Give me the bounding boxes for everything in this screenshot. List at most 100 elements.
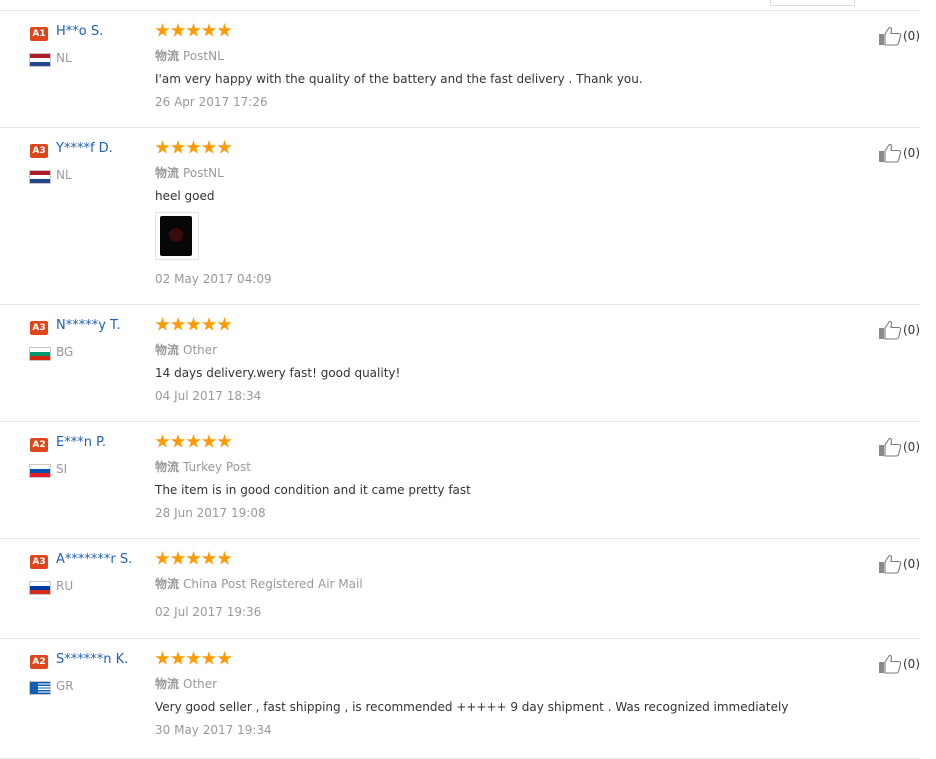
- buyer-level-badge: A3: [30, 321, 48, 335]
- review-photo[interactable]: [155, 212, 199, 260]
- helpful-count: (0): [903, 556, 920, 571]
- reviewer-name[interactable]: H**o S.: [56, 24, 103, 39]
- review-item: A2 E***n P. SI 物流 Turkey Post The item is in …: [0, 422, 920, 539]
- reviewer-name[interactable]: N*****y T.: [56, 318, 121, 333]
- logistics-label: 物流: [155, 49, 180, 63]
- star-icon: [170, 140, 186, 154]
- star-icon: [186, 434, 201, 448]
- helpful-count: (0): [903, 439, 920, 454]
- star-icon: [155, 551, 170, 565]
- helpful-button[interactable]: (0): [878, 553, 920, 574]
- review-item: A3 N*****y T. BG 物流 Other 14 days delivery.we…: [0, 305, 920, 422]
- buyer-level-badge: A3: [30, 144, 48, 158]
- reviewer-country: RU: [56, 579, 74, 593]
- thumbs-up-icon[interactable]: [878, 554, 902, 574]
- helpful-button[interactable]: (0): [878, 25, 920, 46]
- helpful-count: (0): [903, 28, 920, 43]
- review-item: A1 H**o S. NL 物流 PostNL I'am very happy with …: [0, 11, 920, 128]
- thumbs-up-icon[interactable]: [878, 320, 902, 340]
- flag-ru-icon: [30, 582, 50, 594]
- review-item: A3 A*******r S. RU 物流 China Post Registered …: [0, 539, 920, 639]
- star-icon: [186, 651, 201, 665]
- reviewer-country: GR: [56, 679, 74, 693]
- star-icon: [217, 317, 232, 331]
- reviewer-country: NL: [56, 168, 72, 182]
- helpful-button[interactable]: (0): [878, 436, 920, 457]
- star-icon: [217, 140, 232, 154]
- helpful-button[interactable]: (0): [878, 653, 920, 674]
- buyer-level-badge: A1: [30, 27, 48, 41]
- reviewer-name[interactable]: Y****f D.: [56, 141, 113, 156]
- star-icon: [170, 317, 186, 331]
- logistics-method: China Post Registered Air Mail: [183, 577, 363, 591]
- logistics-info: 物流 Turkey Post: [155, 458, 251, 475]
- helpful-button[interactable]: (0): [878, 142, 920, 163]
- helpful-button[interactable]: (0): [878, 319, 920, 340]
- star-icon: [201, 551, 217, 565]
- logistics-label: 物流: [155, 166, 180, 180]
- thumbs-up-icon[interactable]: [878, 654, 902, 674]
- logistics-method: Other: [183, 343, 218, 357]
- logistics-label: 物流: [155, 460, 180, 474]
- review-date: 30 May 2017 19:34: [155, 723, 272, 737]
- feedback-list: A1 H**o S. NL 物流 PostNL I'am very happy with …: [0, 11, 920, 759]
- thumbs-up-icon[interactable]: [878, 26, 902, 46]
- logistics-label: 物流: [155, 343, 180, 357]
- review-date: 28 Jun 2017 19:08: [155, 506, 266, 520]
- star-icon: [217, 651, 232, 665]
- helpful-count: (0): [903, 656, 920, 671]
- logistics-method: PostNL: [183, 49, 224, 63]
- star-icon: [201, 651, 217, 665]
- star-icon: [155, 434, 170, 448]
- flag-gr-icon: [30, 682, 50, 694]
- review-item: A3 Y****f D. NL 物流 PostNL heel goed 02 May 201…: [0, 128, 920, 305]
- reviewer-name[interactable]: S******n K.: [56, 652, 128, 667]
- logistics-info: 物流 China Post Registered Air Mail: [155, 575, 363, 592]
- review-text: Very good seller , fast shipping , is re…: [155, 700, 789, 714]
- review-item: A2 S******n K. GR 物流 Other Very good seller ,…: [0, 639, 920, 759]
- flag-nl-icon: [30, 171, 50, 183]
- star-icon: [217, 551, 232, 565]
- star-rating: [155, 551, 233, 569]
- thumbs-up-icon[interactable]: [878, 437, 902, 457]
- star-icon: [155, 317, 170, 331]
- star-icon: [217, 23, 232, 37]
- logistics-info: 物流 PostNL: [155, 164, 224, 181]
- star-icon: [186, 140, 201, 154]
- star-icon: [186, 23, 201, 37]
- star-rating: [155, 23, 233, 41]
- helpful-count: (0): [903, 322, 920, 337]
- star-icon: [201, 434, 217, 448]
- star-icon: [186, 551, 201, 565]
- photo-thumbnail: [160, 216, 192, 256]
- review-date: 02 May 2017 04:09: [155, 272, 272, 286]
- logistics-info: 物流 Other: [155, 675, 217, 692]
- reviewer-country: BG: [56, 345, 74, 359]
- star-icon: [170, 23, 186, 37]
- reviewer-name[interactable]: E***n P.: [56, 435, 106, 450]
- logistics-info: 物流 PostNL: [155, 47, 224, 64]
- star-rating: [155, 434, 233, 452]
- star-icon: [201, 23, 217, 37]
- thumbs-up-icon[interactable]: [878, 143, 902, 163]
- logistics-method: PostNL: [183, 166, 224, 180]
- star-rating: [155, 651, 233, 669]
- flag-nl-icon: [30, 54, 50, 66]
- reviewer-country: NL: [56, 51, 72, 65]
- buyer-level-badge: A2: [30, 655, 48, 669]
- star-icon: [155, 140, 170, 154]
- pagination-box[interactable]: [770, 0, 855, 6]
- reviewer-name[interactable]: A*******r S.: [56, 552, 132, 567]
- star-icon: [155, 651, 170, 665]
- star-icon: [170, 651, 186, 665]
- review-text: heel goed: [155, 189, 215, 203]
- logistics-label: 物流: [155, 677, 180, 691]
- flag-bg-icon: [30, 348, 50, 360]
- logistics-label: 物流: [155, 577, 180, 591]
- star-icon: [186, 317, 201, 331]
- review-date: 26 Apr 2017 17:26: [155, 95, 268, 109]
- flag-si-icon: [30, 465, 50, 477]
- buyer-level-badge: A2: [30, 438, 48, 452]
- buyer-level-badge: A3: [30, 555, 48, 569]
- review-text: The item is in good condition and it cam…: [155, 483, 471, 497]
